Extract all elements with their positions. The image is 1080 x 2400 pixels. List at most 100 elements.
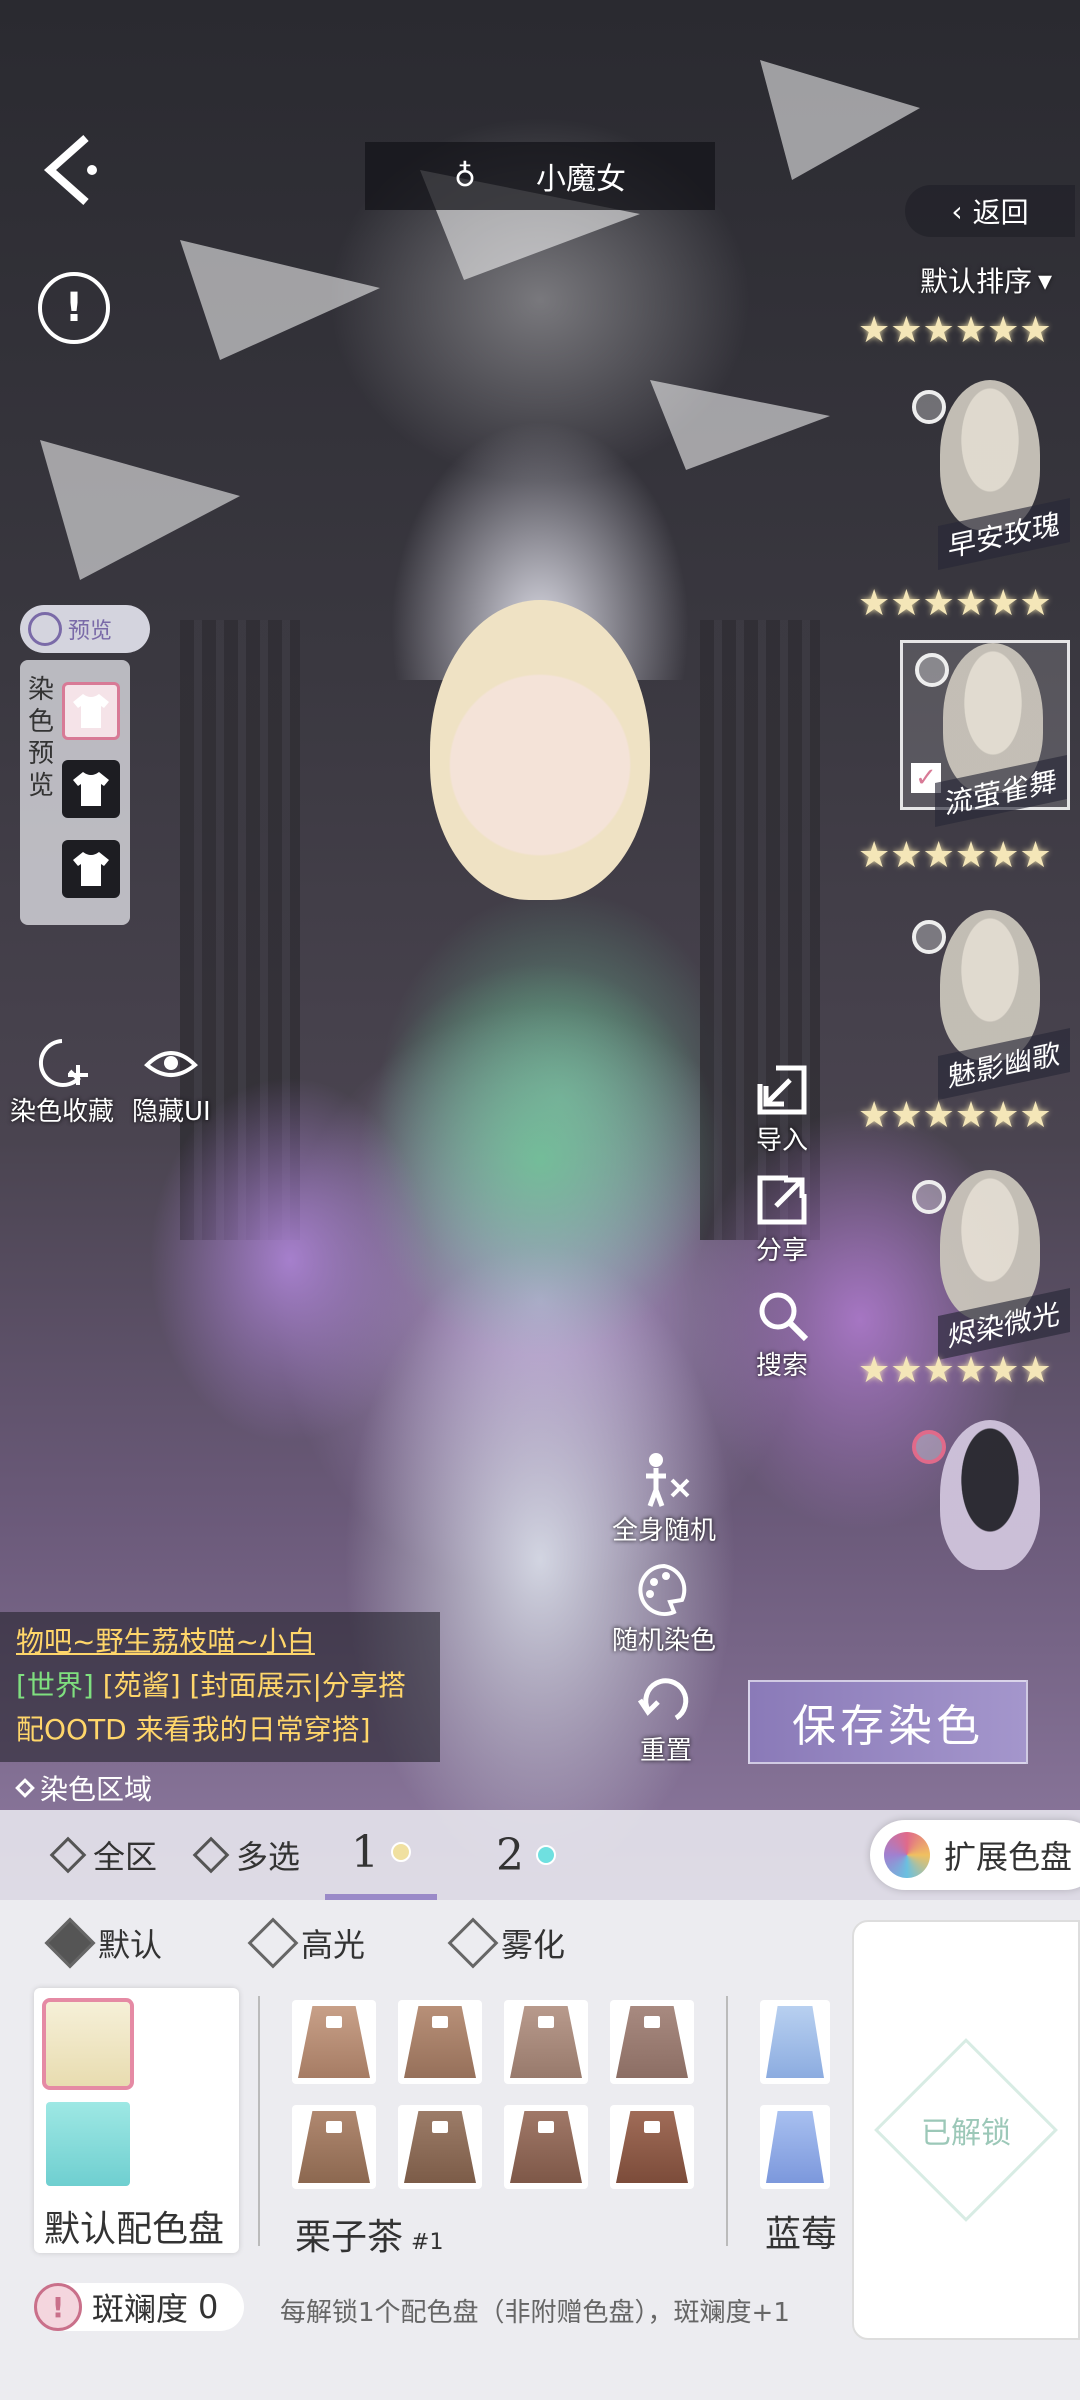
- dye-region-label: 染色区域: [40, 1773, 153, 1806]
- chat-message[interactable]: [封面展示|分享搭: [190, 1669, 406, 1702]
- tab-all-label: 全区: [93, 1838, 158, 1876]
- crystal-shard: [760, 60, 920, 180]
- dye-collect-button[interactable]: 染色收藏: [10, 1035, 114, 1128]
- back-button[interactable]: [36, 130, 106, 210]
- lock-icon: [644, 2121, 660, 2133]
- locked-swatch[interactable]: [610, 2105, 694, 2189]
- unlocked-badge: 已解锁: [874, 2038, 1058, 2222]
- mode-default[interactable]: 默认: [44, 1917, 162, 1969]
- eye-icon: [144, 1051, 199, 1077]
- star-rating: ★★★★★★: [858, 1350, 1052, 1391]
- chat-line-3: 配OOTD 来看我的日常穿搭]: [16, 1708, 424, 1752]
- diamond-icon: [49, 1836, 87, 1874]
- shirt-slot-3[interactable]: [62, 840, 120, 898]
- random-all-button[interactable]: 全身随机: [612, 1450, 716, 1547]
- dye-preview-label: 染色预览: [28, 675, 55, 801]
- star-rating: ★★★★★★: [858, 835, 1052, 876]
- hairstyle-card-3[interactable]: 魅影幽歌: [900, 910, 1070, 1101]
- tab-region-1[interactable]: 1: [325, 1810, 437, 1900]
- reset-icon: [637, 1678, 689, 1721]
- crystal-shard: [40, 440, 240, 580]
- spot-degree-label: 斑斓度: [92, 2290, 189, 2328]
- dye-preview-panel: 染色预览: [20, 660, 130, 925]
- sort-dropdown[interactable]: 默认排序 ▾: [920, 260, 1052, 300]
- checkbox-icon: [247, 1917, 299, 1969]
- radio-icon: [912, 920, 946, 954]
- shirt-icon: [73, 772, 109, 806]
- spot-degree-badge[interactable]: ! 斑斓度 0: [34, 2283, 244, 2331]
- default-palette-name: 默认配色盘: [44, 2209, 225, 2250]
- checkbox-icon: [447, 1917, 499, 1969]
- chat-sender[interactable]: 物吧~野生荔枝喵~小白: [16, 1625, 315, 1658]
- hide-ui-label: 隐藏UI: [132, 1097, 211, 1127]
- import-icon: [757, 1065, 807, 1115]
- swatch-cyan[interactable]: [46, 2102, 130, 2186]
- search-button[interactable]: 搜索: [752, 1285, 812, 1382]
- hide-ui-button[interactable]: 隐藏UI: [132, 1035, 211, 1128]
- random-dye-button[interactable]: 随机染色: [612, 1560, 716, 1657]
- return-label: 返回: [972, 196, 1029, 229]
- tab-region-2[interactable]: 2: [470, 1810, 582, 1900]
- search-label: 搜索: [755, 1351, 808, 1381]
- chat-channel: [世界]: [16, 1669, 94, 1702]
- locked-swatch[interactable]: [292, 2105, 376, 2189]
- locked-swatch[interactable]: [760, 2105, 830, 2189]
- chat-box[interactable]: 物吧~野生荔枝喵~小白 [世界] [苑酱] [封面展示|分享搭 配OOTD 来看…: [0, 1612, 440, 1762]
- preview-toggle[interactable]: 预览: [20, 605, 150, 653]
- mode-highlight-label: 高光: [301, 1926, 366, 1964]
- chat-line-1: 物吧~野生荔枝喵~小白: [16, 1620, 424, 1664]
- lock-icon: [432, 2121, 448, 2133]
- tab-multi[interactable]: 多选: [192, 1810, 300, 1900]
- share-button[interactable]: 分享: [752, 1170, 812, 1267]
- chevron-left-icon: [43, 135, 97, 205]
- chat-nick[interactable]: [苑酱]: [103, 1669, 181, 1702]
- extend-palette-button[interactable]: 扩展色盘: [870, 1820, 1080, 1890]
- preview-label: 预览: [68, 619, 113, 644]
- chat-message[interactable]: 配OOTD 来看我的日常穿搭]: [16, 1713, 371, 1746]
- shirt-slot-2[interactable]: [62, 760, 120, 818]
- character-portrait: [940, 1420, 1040, 1570]
- chestnut-palette-label: 栗子茶: [295, 2217, 404, 2258]
- hairstyle-card-1[interactable]: 早安玫瑰: [900, 380, 1070, 571]
- hairstyle-card-5[interactable]: [900, 1420, 1070, 1570]
- locked-swatch[interactable]: [504, 2000, 588, 2084]
- hairstyle-card-4[interactable]: 烬染微光: [900, 1170, 1070, 1361]
- shirt-slot-1[interactable]: [62, 682, 120, 740]
- color-wheel-icon: [912, 1430, 946, 1464]
- dye-region-header: 染色区域: [15, 1768, 153, 1808]
- diamond-icon: [192, 1836, 230, 1874]
- star-rating: ★★★★★★: [858, 1095, 1052, 1136]
- locked-swatch[interactable]: [610, 2000, 694, 2084]
- lock-icon: [644, 2016, 660, 2028]
- tab-all[interactable]: 全区: [49, 1810, 158, 1900]
- locked-swatch[interactable]: [292, 2000, 376, 2084]
- locked-swatch[interactable]: [398, 2105, 482, 2189]
- mode-fog[interactable]: 雾化: [447, 1917, 566, 1969]
- hairstyle-card-2[interactable]: ✓ 流萤雀舞: [900, 640, 1070, 828]
- random-dye-label: 随机染色: [612, 1626, 717, 1656]
- spot-degree-value: 0: [198, 2288, 219, 2326]
- locked-swatch[interactable]: [504, 2105, 588, 2189]
- save-dye-button[interactable]: 保存染色: [748, 1680, 1028, 1764]
- sort-label: 默认排序: [920, 265, 1033, 298]
- checkbox-icon: [44, 1917, 96, 1969]
- palette-icon: [638, 1563, 687, 1616]
- mode-highlight[interactable]: 高光: [247, 1917, 366, 1969]
- chat-line-2: [世界] [苑酱] [封面展示|分享搭: [16, 1664, 424, 1708]
- alert-icon[interactable]: !: [38, 272, 110, 344]
- lock-icon: [538, 2121, 554, 2133]
- divider: [726, 1996, 728, 2246]
- caret-down-icon: ▾: [1038, 263, 1053, 297]
- radio-icon: [915, 653, 949, 687]
- locked-swatch[interactable]: [760, 2000, 830, 2084]
- color-dot: [391, 1842, 411, 1862]
- import-button[interactable]: 导入: [752, 1060, 812, 1157]
- mode-fog-label: 雾化: [501, 1926, 566, 1964]
- swatch-cream[interactable]: [42, 1998, 134, 2090]
- locked-swatch[interactable]: [398, 2000, 482, 2084]
- return-button[interactable]: ‹ 返回: [905, 185, 1075, 237]
- star-rating: ★★★★★★: [858, 583, 1052, 624]
- reset-button[interactable]: 重置: [636, 1670, 696, 1767]
- spot-degree-hint: 每解锁1个配色盘（非附赠色盘），斑斓度+1: [280, 2298, 790, 2328]
- chestnut-palette-index: #1: [411, 2230, 444, 2255]
